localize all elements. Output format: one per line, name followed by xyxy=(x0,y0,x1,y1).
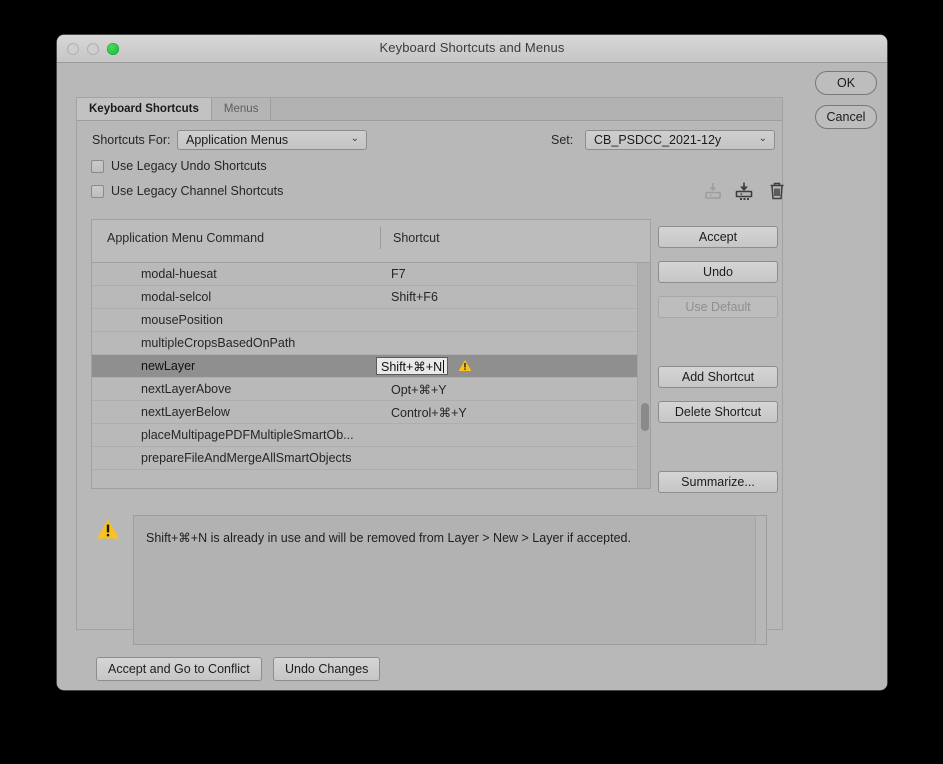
table-row[interactable]: nextLayerBelow Control+⌘+Y xyxy=(92,401,650,424)
warning-icon xyxy=(97,519,119,539)
row-command: multipleCropsBasedOnPath xyxy=(141,336,296,350)
use-legacy-channel-shortcuts-checkbox[interactable]: Use Legacy Channel Shortcuts xyxy=(91,184,283,198)
cancel-button[interactable]: Cancel xyxy=(815,105,877,129)
table-row[interactable]: newLayer Shift+⌘+N xyxy=(92,355,650,378)
message-scrollbar[interactable] xyxy=(755,516,766,644)
set-actions xyxy=(702,180,787,202)
row-command: placeMultipagePDFMultipleSmartOb... xyxy=(141,428,354,442)
ok-button[interactable]: OK xyxy=(815,71,877,95)
shortcuts-for-select[interactable]: Application Menus ⌄ xyxy=(177,130,367,150)
keyboard-shortcuts-panel: Keyboard Shortcuts Menus Shortcuts For: … xyxy=(76,97,784,681)
checkbox-box xyxy=(91,159,104,173)
window-titlebar[interactable]: Keyboard Shortcuts and Menus xyxy=(57,35,887,63)
list-header: Application Menu Command Shortcut xyxy=(91,219,651,263)
row-shortcut: Control+⌘+Y xyxy=(391,405,467,420)
row-command: nextLayerAbove xyxy=(141,382,232,396)
row-command: nextLayerBelow xyxy=(141,405,230,419)
checkbox-box xyxy=(91,184,104,198)
column-header-command: Application Menu Command xyxy=(107,231,265,245)
row-command: prepareFileAndMergeAllSmartObjects xyxy=(141,451,352,465)
row-command: mousePosition xyxy=(141,313,223,327)
row-command: modal-selcol xyxy=(141,290,212,304)
tab-bar: Keyboard Shortcuts Menus xyxy=(77,98,782,121)
text-caret xyxy=(443,359,445,373)
set-label: Set: xyxy=(551,133,574,147)
row-shortcut: Shift+F6 xyxy=(391,290,438,304)
list-scrollbar-thumb[interactable] xyxy=(641,403,649,431)
row-command: newLayer xyxy=(141,359,196,373)
shortcuts-list[interactable]: modal-huesat F7 modal-selcol Shift+F6 mouseP… xyxy=(91,262,651,489)
tab-keyboard-shortcuts[interactable]: Keyboard Shortcuts xyxy=(77,98,212,120)
summarize-button[interactable]: Summarize... xyxy=(658,471,778,493)
accept-and-go-to-conflict-button[interactable]: Accept and Go to Conflict xyxy=(96,657,262,681)
use-legacy-undo-shortcuts-label: Use Legacy Undo Shortcuts xyxy=(111,159,267,173)
row-command: modal-huesat xyxy=(141,267,217,281)
undo-changes-button[interactable]: Undo Changes xyxy=(273,657,381,681)
list-scrollbar[interactable] xyxy=(637,263,650,488)
keyboard-shortcuts-window: Keyboard Shortcuts and Menus Keyboard Sh… xyxy=(57,35,887,690)
chevron-down-icon: ⌄ xyxy=(758,133,767,144)
window-title: Keyboard Shortcuts and Menus xyxy=(379,40,565,55)
set-select[interactable]: CB_PSDCC_2021-12y ⌄ xyxy=(585,130,775,150)
delete-set-icon[interactable] xyxy=(766,180,788,202)
undo-button[interactable]: Undo xyxy=(658,261,778,283)
save-set-icon[interactable] xyxy=(702,180,724,202)
conflict-message-box: Shift+⌘+N is already in use and will be … xyxy=(133,515,767,645)
use-legacy-undo-shortcuts-checkbox[interactable]: Use Legacy Undo Shortcuts xyxy=(91,159,267,173)
accept-button[interactable]: Accept xyxy=(658,226,778,248)
chevron-down-icon: ⌄ xyxy=(350,133,359,144)
column-divider[interactable] xyxy=(380,227,381,249)
row-shortcut: F7 xyxy=(391,267,406,281)
save-as-new-set-icon[interactable] xyxy=(733,180,755,202)
use-legacy-channel-shortcuts-label: Use Legacy Channel Shortcuts xyxy=(111,184,284,198)
set-value: CB_PSDCC_2021-12y xyxy=(594,133,722,147)
add-shortcut-button[interactable]: Add Shortcut xyxy=(658,366,778,388)
shortcut-input[interactable]: Shift+⌘+N xyxy=(376,357,449,375)
table-row[interactable]: multipleCropsBasedOnPath xyxy=(92,332,650,355)
tab-bar-filler xyxy=(271,98,782,120)
rows-container: modal-huesat F7 modal-selcol Shift+F6 mouseP… xyxy=(92,263,650,488)
row-shortcut: Opt+⌘+Y xyxy=(391,382,447,397)
table-row[interactable]: modal-selcol Shift+F6 xyxy=(92,286,650,309)
column-header-shortcut: Shortcut xyxy=(393,231,440,245)
shortcut-input-value: Shift+⌘+N xyxy=(381,359,443,374)
tab-menus[interactable]: Menus xyxy=(211,98,272,120)
table-row[interactable]: prepareFileAndMergeAllSmartObjects xyxy=(92,447,650,470)
table-row[interactable]: modal-huesat F7 xyxy=(92,263,650,286)
shortcuts-for-value: Application Menus xyxy=(186,133,289,147)
table-row[interactable]: nextLayerAbove Opt+⌘+Y xyxy=(92,378,650,401)
row-warning-icon xyxy=(458,359,472,372)
shortcuts-for-label: Shortcuts For: xyxy=(92,133,171,147)
conflict-message-text: Shift+⌘+N is already in use and will be … xyxy=(146,531,631,545)
table-row[interactable]: mousePosition xyxy=(92,309,650,332)
use-default-button: Use Default xyxy=(658,296,778,318)
delete-shortcut-button[interactable]: Delete Shortcut xyxy=(658,401,778,423)
table-row[interactable]: placeMultipagePDFMultipleSmartOb... xyxy=(92,424,650,447)
table-row[interactable] xyxy=(92,470,650,488)
